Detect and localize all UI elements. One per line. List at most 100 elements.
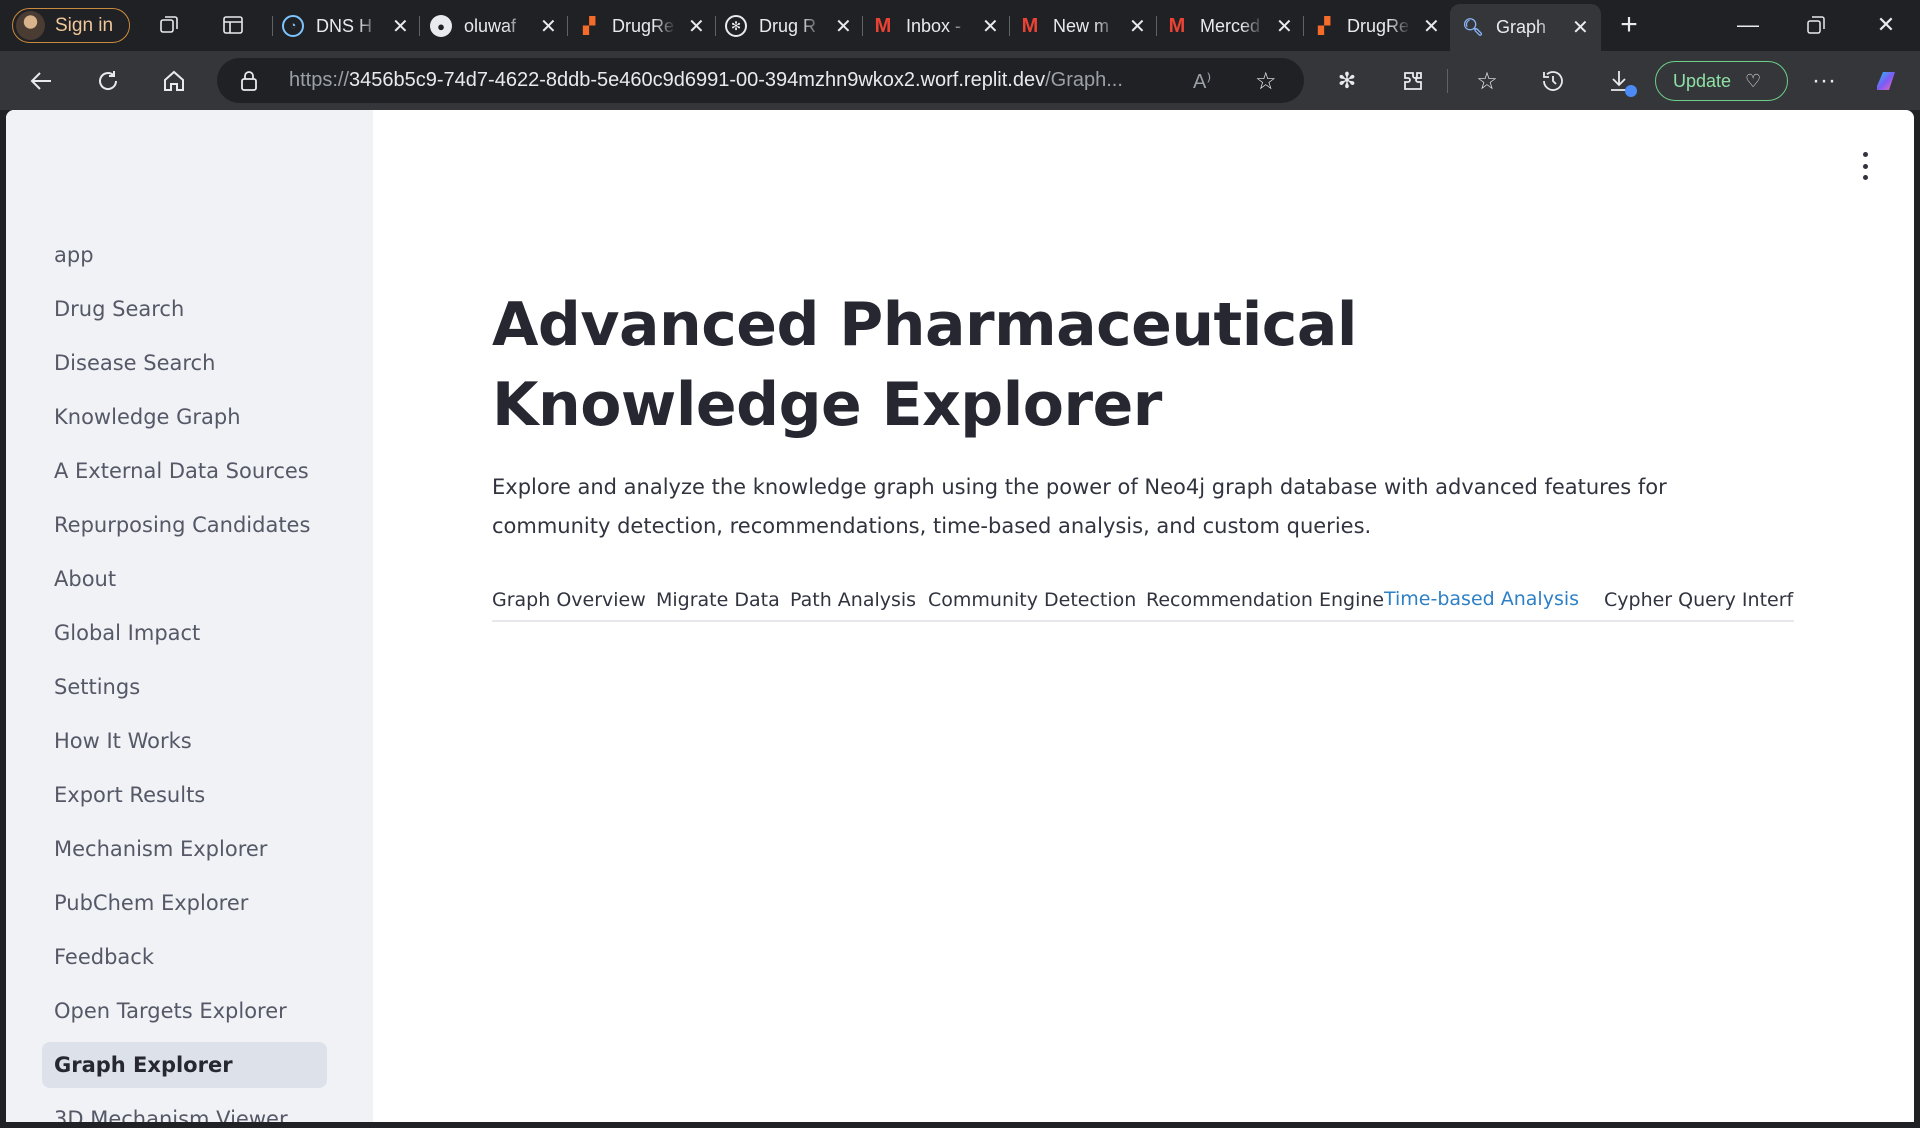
- browser-tab[interactable]: M New m ✕: [1019, 6, 1146, 46]
- tab-path-analysis[interactable]: Path Analysis: [790, 577, 916, 620]
- sidebar-item-label: Drug Search: [54, 297, 185, 321]
- browser-tab-title: Drug R: [759, 15, 817, 36]
- browser-tab[interactable]: ● oluwaf ✕: [430, 6, 557, 46]
- sidebar-item-how-it-works[interactable]: How It Works: [42, 718, 327, 764]
- tab-graph-overview[interactable]: Graph Overview: [492, 577, 646, 620]
- sidebar-item-disease-search[interactable]: Disease Search: [42, 340, 327, 386]
- close-icon[interactable]: ✕: [1129, 14, 1146, 39]
- browser-tab[interactable]: ◔ DNS H ✕: [282, 6, 409, 46]
- read-aloud-icon[interactable]: A⁾: [1193, 69, 1211, 94]
- url-text[interactable]: https://3456b5c9-74d7-4622-8ddb-5e460c9d…: [289, 69, 1169, 92]
- browser-tab-title: DrugRe: [1347, 15, 1410, 36]
- sidebar-item-mechanism-explorer[interactable]: Mechanism Explorer: [42, 826, 327, 872]
- sidebar-item-drug-search[interactable]: Drug Search: [42, 286, 327, 332]
- browser-tab-active[interactable]: 🔍︎ Graph ✕: [1450, 4, 1601, 51]
- browser-tab[interactable]: ✻ Drug R ✕: [725, 6, 852, 46]
- browser-tab-title: Graph: [1496, 17, 1547, 37]
- profile-button[interactable]: Sign in: [12, 8, 130, 43]
- sidebar-item-graph-explorer[interactable]: Graph Explorer: [42, 1042, 327, 1088]
- close-icon[interactable]: ✕: [392, 14, 409, 39]
- chatgpt-icon: ✻: [725, 15, 747, 37]
- new-tab-icon[interactable]: +: [1614, 8, 1644, 41]
- favorites-icon[interactable]: ☆: [1471, 65, 1503, 97]
- tab-time-based-analysis[interactable]: Time-based Analysis: [1384, 577, 1579, 620]
- browser-toolbar: https://3456b5c9-74d7-4622-8ddb-5e460c9d…: [0, 51, 1920, 110]
- workspaces-icon[interactable]: [156, 12, 182, 38]
- tab-bar: Graph Overview Migrate Data Path Analysi…: [492, 577, 1794, 622]
- sidebar-item-export-results[interactable]: Export Results: [42, 772, 327, 818]
- main-menu-icon[interactable]: [1860, 152, 1870, 180]
- close-icon[interactable]: ✕: [982, 14, 999, 39]
- sidebar-item-repurposing-candidates[interactable]: Repurposing Candidates: [42, 502, 327, 548]
- browser-tab[interactable]: ▞ DrugRe ✕: [1313, 6, 1440, 46]
- sidebar: app Drug Search Disease Search Knowledge…: [6, 110, 373, 1122]
- app-icon: ▞: [582, 18, 596, 35]
- tab-separator: [567, 16, 568, 36]
- sidebar-item-label: Export Results: [54, 783, 206, 807]
- tab-separator: [272, 16, 273, 36]
- downloads-icon[interactable]: [1603, 65, 1637, 97]
- more-options-icon[interactable]: ···: [1808, 65, 1840, 97]
- close-icon[interactable]: ✕: [1572, 15, 1589, 40]
- window-close-icon[interactable]: ✕: [1871, 10, 1901, 40]
- browser-tab[interactable]: ▞ DrugRe ✕: [578, 6, 705, 46]
- sidebar-item-label: Open Targets Explorer: [54, 999, 287, 1023]
- sidebar-item-feedback[interactable]: Feedback: [42, 934, 327, 980]
- tab-separator: [1009, 16, 1010, 36]
- sidebar-item-app[interactable]: app: [42, 232, 327, 278]
- tab-cypher-query-interface[interactable]: Cypher Query Interface: [1604, 577, 1794, 620]
- vertical-tabs-icon[interactable]: [220, 12, 246, 38]
- sidebar-item-global-impact[interactable]: Global Impact: [42, 610, 327, 656]
- tab-separator: [715, 16, 716, 36]
- tab-separator: [1156, 16, 1157, 36]
- address-bar[interactable]: https://3456b5c9-74d7-4622-8ddb-5e460c9d…: [217, 58, 1304, 103]
- minimize-icon[interactable]: —: [1733, 10, 1763, 40]
- tab-community-detection[interactable]: Community Detection: [928, 577, 1136, 620]
- browser-tab-strip: Sign in ◔ DNS H ✕ ● oluwaf ✕ ▞ DrugRe ✕ …: [0, 0, 1920, 51]
- sidebar-item-about[interactable]: About: [42, 556, 327, 602]
- toolbar-separator: [1447, 69, 1448, 93]
- gmail-icon: M: [874, 14, 892, 37]
- sidebar-item-pubchem-explorer[interactable]: PubChem Explorer: [42, 880, 327, 926]
- favorite-star-icon[interactable]: ☆: [1255, 67, 1277, 96]
- back-icon[interactable]: [26, 65, 58, 97]
- browser-tab-title: Merced: [1200, 15, 1261, 36]
- sidebar-item-label: PubChem Explorer: [54, 891, 249, 915]
- update-button[interactable]: Update ♡: [1655, 61, 1788, 101]
- restore-icon[interactable]: [1801, 10, 1831, 40]
- web-page: app Drug Search Disease Search Knowledge…: [6, 110, 1914, 1122]
- close-icon[interactable]: ✕: [1276, 14, 1293, 39]
- refresh-icon[interactable]: [92, 65, 124, 97]
- sidebar-item-3d-mechanism-viewer[interactable]: 3D Mechanism Viewer: [42, 1096, 327, 1122]
- update-label: Update: [1673, 70, 1732, 91]
- close-icon[interactable]: ✕: [540, 14, 557, 39]
- lock-icon[interactable]: [239, 70, 259, 92]
- tab-separator: [862, 16, 863, 36]
- home-icon[interactable]: [158, 65, 190, 97]
- extensions-icon[interactable]: [1397, 65, 1429, 97]
- browser-tab-title: oluwaf: [464, 15, 517, 36]
- github-icon: ●: [430, 15, 452, 37]
- chatgpt-extension-icon[interactable]: ✻: [1331, 65, 1363, 97]
- close-icon[interactable]: ✕: [688, 14, 705, 39]
- sidebar-item-label: Disease Search: [54, 351, 216, 375]
- sidebar-item-settings[interactable]: Settings: [42, 664, 327, 710]
- tab-separator: [419, 16, 420, 36]
- copilot-icon[interactable]: [1870, 65, 1902, 97]
- tab-migrate-data[interactable]: Migrate Data: [656, 577, 780, 620]
- tab-recommendation-engine[interactable]: Recommendation Engine: [1146, 577, 1384, 620]
- close-icon[interactable]: ✕: [835, 14, 852, 39]
- browser-tab[interactable]: M Merced ✕: [1166, 6, 1293, 46]
- tab-separator: [1303, 16, 1304, 36]
- sidebar-item-open-targets-explorer[interactable]: Open Targets Explorer: [42, 988, 327, 1034]
- heart-pulse-icon: ♡: [1745, 70, 1762, 91]
- sidebar-item-external-data-sources[interactable]: A External Data Sources: [42, 448, 327, 494]
- sidebar-item-label: About: [54, 567, 117, 591]
- history-icon[interactable]: [1537, 65, 1569, 97]
- browser-tab-title: DNS H: [316, 15, 373, 36]
- close-icon[interactable]: ✕: [1423, 14, 1440, 39]
- app-icon: ▞: [1317, 18, 1331, 35]
- browser-tab[interactable]: M Inbox - ✕: [872, 6, 999, 46]
- sidebar-item-knowledge-graph[interactable]: Knowledge Graph: [42, 394, 327, 440]
- replit-icon: ◔: [282, 15, 304, 37]
